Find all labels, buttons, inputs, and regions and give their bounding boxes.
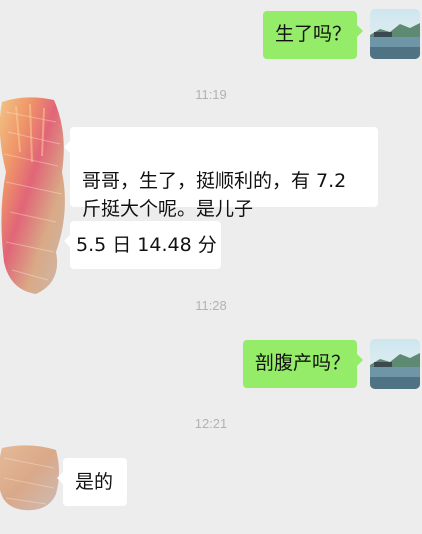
self-avatar-icon[interactable] — [370, 339, 420, 389]
contact-avatar-icon[interactable] — [0, 92, 70, 298]
message-text: 生了吗？ — [275, 23, 352, 45]
timestamp: 11:28 — [195, 298, 227, 313]
message-text: 5.5 日 14.48 分 — [76, 234, 217, 256]
message-bubble-incoming[interactable]: 5.5 日 14.48 分 — [64, 221, 221, 269]
message-bubble-incoming[interactable]: 是的 — [57, 458, 127, 506]
message-text: 是的 — [75, 471, 114, 493]
message-bubble-outgoing[interactable]: 生了吗？ — [263, 11, 363, 59]
self-avatar-icon[interactable] — [370, 9, 420, 59]
timestamp: 12:21 — [194, 416, 228, 431]
message-text: 哥哥，生了，挺顺利的，有 7.2 斤挺大个呢。是儿子 — [82, 170, 347, 220]
message-text: 剖腹产吗？ — [255, 352, 351, 374]
contact-avatar-icon[interactable] — [0, 442, 62, 514]
message-bubble-outgoing[interactable]: 剖腹产吗？ — [243, 340, 363, 388]
message-bubble-incoming[interactable]: 哥哥，生了，挺顺利的，有 7.2 斤挺大个呢。是儿子 — [64, 127, 378, 220]
